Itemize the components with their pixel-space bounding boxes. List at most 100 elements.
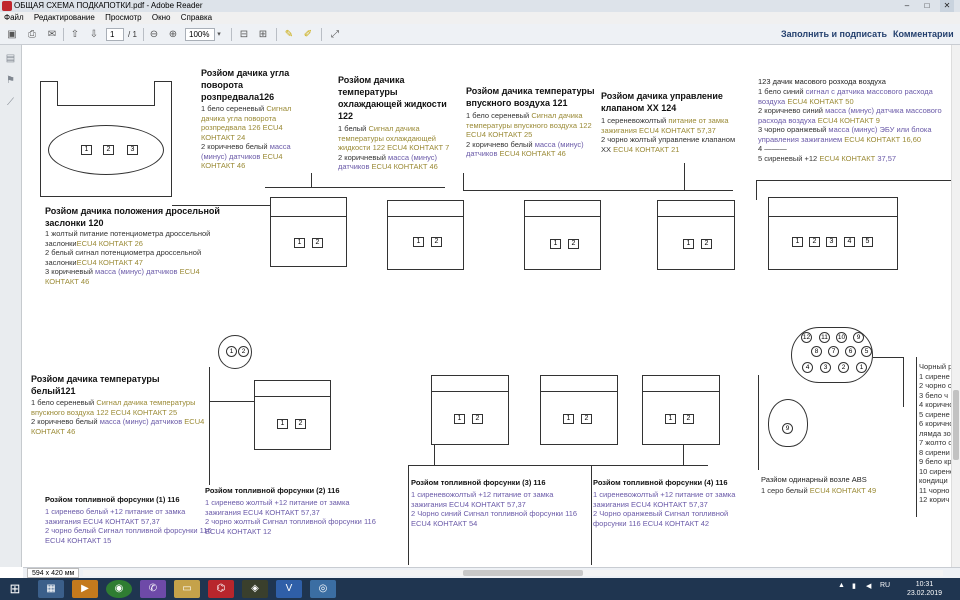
pin-2: 2 — [568, 239, 579, 249]
injector-3-desc: 1 сиреневожолтый +12 питание от замка за… — [411, 490, 578, 528]
adobe-reader-icon — [2, 1, 12, 11]
app-icon[interactable]: ◈ — [242, 580, 268, 598]
injector-1-title: Розйом топливной форсунки (1) 116 — [45, 495, 180, 504]
clock[interactable]: 10:31 23.02.2019 — [907, 580, 942, 598]
menu-help[interactable]: Справка — [177, 12, 216, 24]
pin-2: 2 — [809, 237, 820, 247]
clock-date: 23.02.2019 — [906, 590, 942, 597]
wire-line — [903, 357, 904, 407]
toolbar-separator — [143, 28, 144, 41]
previous-page-icon[interactable]: ⇧ — [68, 28, 82, 41]
full-screen-icon[interactable]: ⤢ — [328, 28, 342, 41]
legend-row: кондици — [919, 476, 948, 485]
explorer-icon[interactable]: ▦ — [38, 580, 64, 598]
wire-line — [684, 163, 685, 190]
fit-page-icon[interactable]: ⊟ — [237, 28, 251, 41]
menu-view[interactable]: Просмотр — [101, 12, 146, 24]
pages-icon[interactable]: ▤ — [5, 53, 16, 65]
network-icon[interactable]: ▮ — [852, 582, 856, 590]
zoom-out-icon[interactable]: ⊖ — [147, 28, 161, 41]
next-page-icon[interactable]: ⇩ — [87, 28, 101, 41]
wire-line — [434, 445, 435, 465]
wire-line — [683, 445, 684, 465]
comment-icon[interactable]: ✎ — [282, 28, 296, 41]
pin-2: 2 — [238, 346, 249, 357]
highlight-icon[interactable]: ✐ — [301, 28, 315, 41]
document-page: 1 2 3 Розйом дачика угла поворота розпре… — [23, 45, 951, 567]
legend-row: 7 жолто с — [919, 438, 951, 447]
menu-window[interactable]: Окно — [148, 12, 175, 24]
print-icon[interactable]: ⎙ — [25, 28, 39, 41]
sensor-122-title: Розйом дачика температуры охлаждающей жи… — [338, 75, 447, 121]
connector-latch — [768, 197, 898, 217]
toolbar-separator — [63, 28, 64, 41]
vertical-scrollbar[interactable] — [951, 45, 960, 567]
media-player-icon[interactable]: ▶ — [72, 580, 98, 598]
folder-icon[interactable]: ▭ — [174, 580, 200, 598]
bookmarks-icon[interactable]: ⚑ — [5, 75, 16, 87]
page-size: 594 x 420 мм — [27, 568, 80, 578]
toolbar-separator — [321, 28, 322, 41]
sensor-121-desc: 1 бело сереневый Сигнал дачика температу… — [466, 111, 592, 158]
comments-button[interactable]: Комментарии — [893, 28, 954, 41]
viber-icon[interactable]: ✆ — [140, 580, 166, 598]
navigation-panel: ▤ ⚑ ⟋ — [0, 45, 22, 567]
legend-row: 4 корично — [919, 400, 951, 409]
wire-line — [756, 180, 757, 200]
horizontal-scrollbar[interactable] — [83, 570, 943, 576]
chrome-icon[interactable]: ◉ — [106, 580, 132, 598]
pin-2: 2 — [103, 145, 114, 155]
legend-row: 10 сирене — [919, 466, 951, 476]
start-button[interactable]: ⊞ — [2, 580, 28, 598]
idle-valve-124-desc: 1 сереневожолтый питание от замка зажига… — [601, 116, 736, 154]
page-number-field[interactable]: 1 — [106, 28, 124, 41]
connector-latch — [657, 200, 735, 217]
zoom-in-icon[interactable]: ⊕ — [166, 28, 180, 41]
zoom-dropdown-icon[interactable]: ▾ — [214, 28, 224, 41]
sensor-121-white-title: Розйом дачика температуры белый121 — [31, 374, 160, 396]
legend-row: 5 сирене — [919, 409, 950, 419]
fit-width-icon[interactable]: ⊞ — [256, 28, 270, 41]
close-button[interactable]: ✕ — [940, 0, 954, 12]
status-bar: 594 x 420 мм — [23, 567, 960, 578]
minimize-button[interactable]: – — [900, 0, 914, 12]
menu-file[interactable]: Файл — [0, 12, 28, 24]
pin-1: 1 — [563, 414, 574, 424]
legend-row: 6 корично — [919, 419, 951, 428]
pin-1: 1 — [856, 362, 867, 373]
wire-line — [916, 357, 917, 517]
app-icon[interactable]: V — [276, 580, 302, 598]
pin-2: 2 — [683, 414, 694, 424]
adobe-reader-taskbar-icon[interactable]: ⌬ — [208, 580, 234, 598]
pin-11: 11 — [819, 332, 830, 343]
tray-arrow-icon[interactable]: ▲ — [838, 582, 845, 589]
attachments-icon[interactable]: ⟋ — [5, 97, 16, 109]
wire-line — [873, 357, 903, 358]
wire-line — [591, 465, 592, 565]
sensor-122-desc: 1 белый Сигнал дачика температуры охлажд… — [338, 124, 450, 171]
pin-1: 1 — [81, 145, 92, 155]
clock-time: 10:31 — [915, 581, 934, 588]
menu-edit[interactable]: Редактирование — [30, 12, 99, 24]
maximize-button[interactable]: □ — [920, 0, 934, 12]
zoom-field[interactable]: 100% — [185, 28, 215, 41]
scrollbar-thumb[interactable] — [463, 570, 583, 576]
pin-9: 9 — [853, 332, 864, 343]
app-icon[interactable]: ◎ — [310, 580, 336, 598]
maf-123-title: 123 дачик масового розхода воздуха — [758, 77, 886, 86]
pin-12: 12 — [801, 332, 812, 343]
pin-1: 1 — [226, 346, 237, 357]
scrollbar-thumb[interactable] — [953, 390, 959, 460]
pin-1: 1 — [294, 238, 305, 248]
throttle-120-title: Розйом дачика положения дросельной засло… — [45, 206, 220, 228]
language-indicator[interactable]: RU — [880, 582, 890, 589]
pin-2: 2 — [312, 238, 323, 248]
fill-and-sign-button[interactable]: Заполнить и подписать — [781, 28, 887, 41]
legend-row: лямда зо — [919, 428, 951, 438]
volume-icon[interactable]: ◀ — [866, 582, 871, 590]
save-icon[interactable]: ▣ — [5, 28, 19, 41]
connector-latch — [524, 200, 601, 217]
pin-4: 4 — [844, 237, 855, 247]
injector-4-title: Розйом топливной форсунки (4) 116 — [593, 478, 728, 487]
email-icon[interactable]: ✉ — [45, 28, 59, 41]
